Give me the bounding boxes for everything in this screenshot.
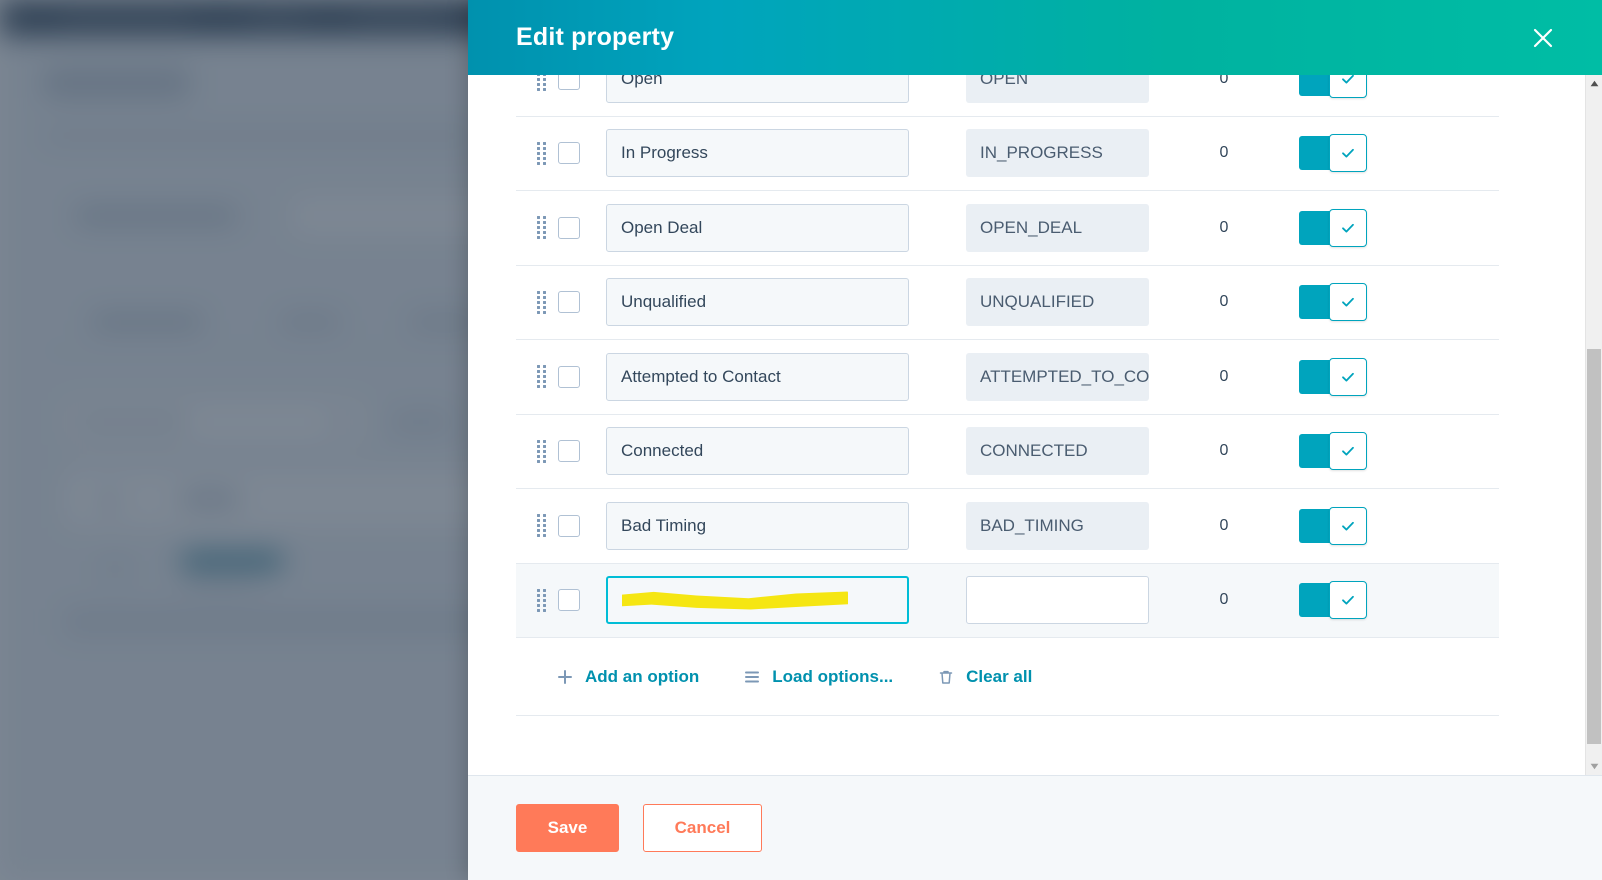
page-root: Edit property Open OPEN 0 In Progress IN… [0,0,1602,880]
option-enabled-toggle[interactable] [1299,283,1367,322]
option-checkbox[interactable] [558,216,580,239]
option-internal-value[interactable]: UNQUALIFIED [966,278,1149,327]
drag-handle-icon[interactable] [528,588,554,612]
drag-handle-icon[interactable] [528,75,554,91]
drag-handle-icon[interactable] [528,141,554,165]
option-checkbox[interactable] [558,589,580,612]
trash-icon [937,668,955,686]
option-row[interactable]: Connected CONNECTED 0 [516,415,1499,489]
option-usage-count: 0 [1219,516,1229,534]
drag-handle-icon[interactable] [528,439,554,463]
scrollbar-thumb[interactable] [1587,349,1601,744]
toggle-knob [1329,283,1367,322]
option-usage-count: 0 [1219,75,1229,88]
add-option-label: Add an option [585,666,700,686]
option-label-input[interactable] [606,576,909,625]
option-usage-count: 0 [1219,293,1229,311]
option-label-input[interactable]: Unqualified [606,278,909,327]
option-checkbox[interactable] [558,365,580,388]
option-row[interactable]: 0 [516,563,1499,638]
list-icon [743,668,761,686]
option-internal-value[interactable] [966,576,1149,625]
drag-handle-icon[interactable] [528,514,554,538]
option-internal-value[interactable]: ATTEMPTED_TO_CONTACT [966,352,1149,401]
plus-icon [556,668,574,686]
option-row[interactable]: Open OPEN 0 [516,75,1499,117]
option-row[interactable]: Attempted to Contact ATTEMPTED_TO_CONTAC… [516,340,1499,415]
load-options-button[interactable]: Load options... [743,667,893,687]
options-scroll-area: Open OPEN 0 In Progress IN_PROGRESS 0 Op… [468,75,1585,775]
option-usage-count: 0 [1219,591,1229,609]
modal-footer: Save Cancel [468,775,1602,880]
option-enabled-toggle[interactable] [1299,134,1367,173]
toggle-knob [1329,581,1367,620]
toggle-knob [1329,75,1367,99]
option-enabled-toggle[interactable] [1299,208,1367,247]
clear-all-label: Clear all [966,666,1033,686]
option-row[interactable]: Open Deal OPEN_DEAL 0 [516,191,1499,266]
edit-property-modal: Edit property Open OPEN 0 In Progress IN… [468,0,1602,880]
save-button[interactable]: Save [516,804,619,852]
drag-handle-icon[interactable] [528,290,554,314]
option-usage-count: 0 [1219,367,1229,385]
option-checkbox[interactable] [558,75,580,91]
modal-header: Edit property [468,0,1602,75]
toggle-knob [1329,357,1367,396]
option-checkbox[interactable] [558,514,580,537]
option-label-input[interactable]: Bad Timing [606,501,909,550]
option-enabled-toggle[interactable] [1299,75,1367,99]
option-checkbox[interactable] [558,440,580,463]
option-checkbox[interactable] [558,142,580,165]
option-label-input[interactable]: Connected [606,427,909,476]
option-usage-count: 0 [1219,144,1229,162]
option-label-input[interactable]: Open [606,75,909,104]
cancel-button[interactable]: Cancel [643,804,762,852]
option-usage-count: 0 [1219,442,1229,460]
modal-body: Open OPEN 0 In Progress IN_PROGRESS 0 Op… [468,75,1602,775]
toggle-knob [1329,208,1367,247]
option-internal-value[interactable]: OPEN [966,75,1149,104]
caret-down-icon[interactable] [1586,758,1602,775]
option-enabled-toggle[interactable] [1299,432,1367,471]
option-enabled-toggle[interactable] [1299,357,1367,396]
option-internal-value[interactable]: IN_PROGRESS [966,129,1149,178]
add-option-button[interactable]: Add an option [556,667,699,687]
drag-handle-icon[interactable] [528,216,554,240]
option-label-input[interactable]: Open Deal [606,203,909,252]
close-icon[interactable] [1526,21,1560,55]
option-label-input[interactable]: In Progress [606,129,909,178]
toggle-knob [1329,432,1367,471]
load-options-label: Load options... [772,666,894,686]
option-enabled-toggle[interactable] [1299,581,1367,620]
option-enabled-toggle[interactable] [1299,506,1367,545]
options-list: Open OPEN 0 In Progress IN_PROGRESS 0 Op… [516,75,1499,716]
toggle-knob [1329,506,1367,545]
option-internal-value[interactable]: OPEN_DEAL [966,203,1149,252]
option-row[interactable]: Unqualified UNQUALIFIED 0 [516,266,1499,340]
modal-title: Edit property [516,23,675,51]
option-internal-value[interactable]: CONNECTED [966,427,1149,476]
drag-handle-icon[interactable] [528,365,554,389]
option-list-actions: Add an option Load options... Clear all [516,638,1499,716]
option-usage-count: 0 [1219,218,1229,236]
option-internal-value[interactable]: BAD_TIMING [966,501,1149,550]
redaction-highlight [622,591,848,610]
clear-all-button[interactable]: Clear all [937,667,1032,687]
option-row[interactable]: In Progress IN_PROGRESS 0 [516,117,1499,191]
option-row[interactable]: Bad Timing BAD_TIMING 0 [516,489,1499,564]
option-label-input[interactable]: Attempted to Contact [606,352,909,401]
option-checkbox[interactable] [558,291,580,314]
toggle-knob [1329,134,1367,173]
caret-up-icon[interactable] [1586,75,1602,92]
modal-scrollbar[interactable] [1585,75,1602,775]
